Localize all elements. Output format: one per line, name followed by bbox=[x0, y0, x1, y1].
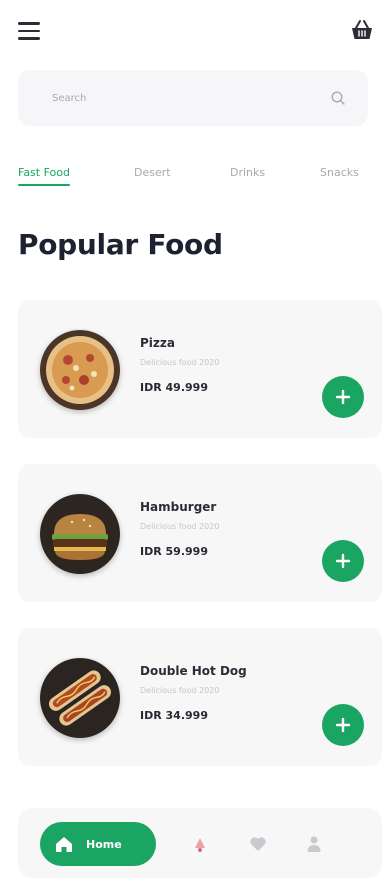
add-to-cart-button[interactable] bbox=[322, 540, 364, 582]
tab-snacks[interactable]: Snacks bbox=[320, 166, 359, 179]
nav-home-label: Home bbox=[86, 837, 122, 851]
add-to-cart-button[interactable] bbox=[322, 376, 364, 418]
food-name: Hamburger bbox=[140, 500, 217, 514]
food-description: Delicious food 2020 bbox=[140, 686, 220, 695]
search-input[interactable] bbox=[52, 92, 330, 104]
hamburger-menu-icon[interactable] bbox=[18, 22, 40, 40]
food-name: Double Hot Dog bbox=[140, 664, 247, 678]
section-title: Popular Food bbox=[18, 228, 223, 261]
food-card-pizza[interactable]: Pizza Delicious food 2020 IDR 49.999 bbox=[18, 300, 382, 438]
food-card-double-hot-dog[interactable]: Double Hot Dog Delicious food 2020 IDR 3… bbox=[18, 628, 382, 766]
app-header bbox=[0, 0, 387, 64]
plus-icon bbox=[335, 389, 351, 405]
heart-icon[interactable] bbox=[248, 834, 268, 854]
food-name: Pizza bbox=[140, 336, 175, 350]
pizza-image bbox=[40, 330, 120, 410]
add-to-cart-button[interactable] bbox=[322, 704, 364, 746]
food-description: Delicious food 2020 bbox=[140, 522, 220, 531]
tab-desert[interactable]: Desert bbox=[134, 166, 171, 179]
tab-fast-food[interactable]: Fast Food bbox=[18, 166, 70, 186]
food-price: IDR 34.999 bbox=[140, 709, 208, 722]
plus-icon bbox=[335, 717, 351, 733]
plus-icon bbox=[335, 553, 351, 569]
food-description: Delicious food 2020 bbox=[140, 358, 220, 367]
bottom-navigation: Home bbox=[18, 808, 382, 878]
nav-home-button[interactable]: Home bbox=[40, 822, 156, 866]
food-card-hamburger[interactable]: Hamburger Delicious food 2020 IDR 59.999 bbox=[18, 464, 382, 602]
hamburger-image bbox=[40, 494, 120, 574]
hot-dog-image bbox=[40, 658, 120, 738]
user-icon[interactable] bbox=[304, 834, 324, 854]
basket-icon[interactable] bbox=[349, 17, 375, 43]
search-icon[interactable] bbox=[330, 90, 346, 106]
category-tabs: Fast Food Desert Drinks Snacks bbox=[0, 160, 387, 190]
food-price: IDR 59.999 bbox=[140, 545, 208, 558]
notification-icon[interactable] bbox=[190, 834, 210, 854]
food-price: IDR 49.999 bbox=[140, 381, 208, 394]
search-bar[interactable] bbox=[18, 70, 368, 126]
home-icon bbox=[56, 837, 72, 852]
tab-drinks[interactable]: Drinks bbox=[230, 166, 265, 179]
